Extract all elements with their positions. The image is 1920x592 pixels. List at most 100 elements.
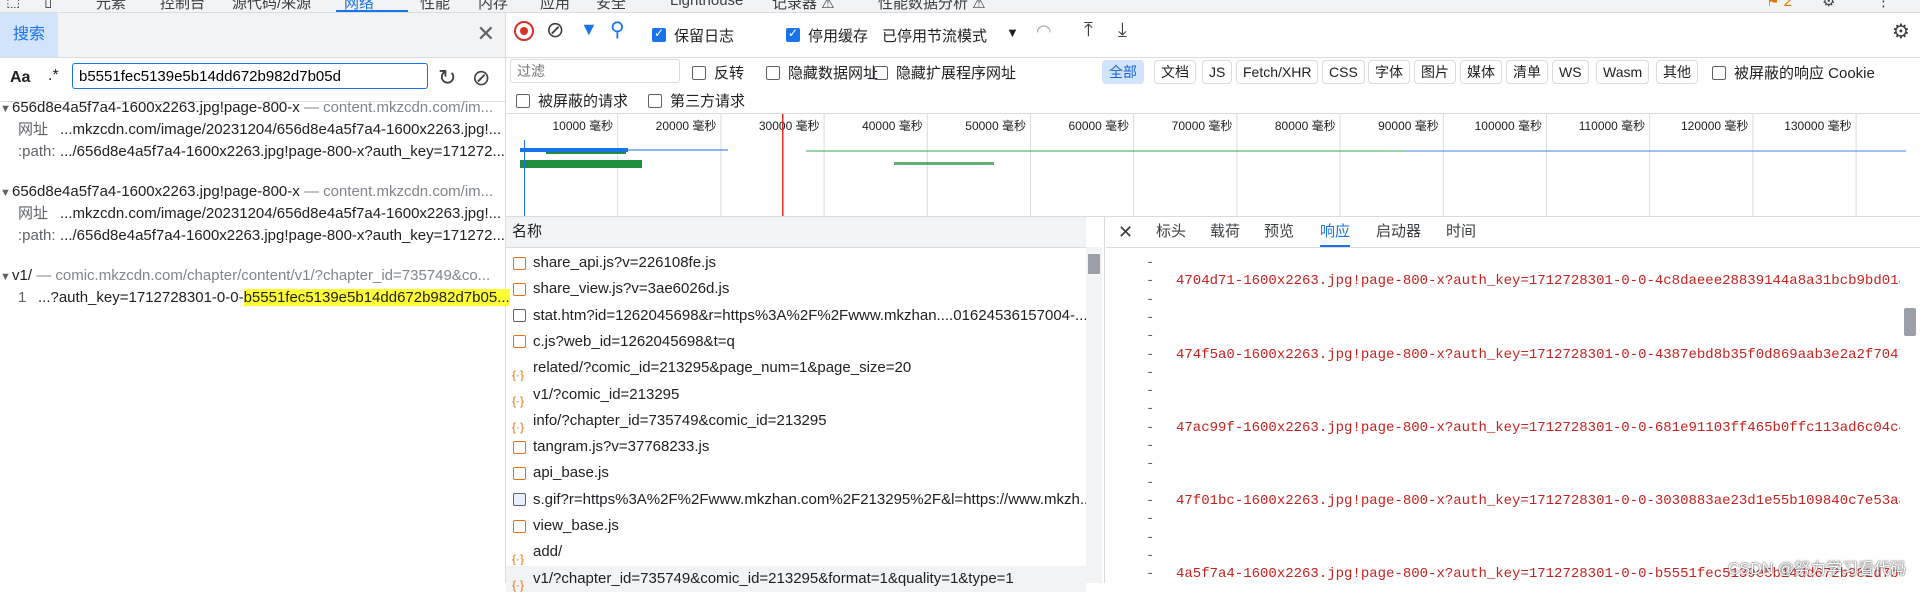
match-case-toggle[interactable]: Aa xyxy=(10,69,30,87)
response-scrollbar[interactable] xyxy=(1900,248,1920,583)
tab-performance[interactable]: 性能 xyxy=(420,0,450,12)
type-filter-fetch-xhr[interactable]: Fetch/XHR xyxy=(1236,60,1319,84)
search-tab[interactable]: 搜索 xyxy=(0,13,58,57)
close-icon[interactable]: ✕ xyxy=(477,21,495,47)
type-filter-doc[interactable]: 文档 xyxy=(1154,60,1196,84)
expand-arrow-icon[interactable]: ▼ xyxy=(0,266,12,287)
search-result-file[interactable]: ▼656d8e4a5f7a4-1600x2263.jpg!page-800-x … xyxy=(0,97,505,119)
type-filter-other[interactable]: 其他 xyxy=(1656,60,1698,84)
request-bar-green xyxy=(894,162,994,165)
request-list-scrollbar[interactable] xyxy=(1086,247,1102,583)
request-row[interactable]: share_api.js?v=226108fe.js xyxy=(506,250,1086,276)
timeline-tick-label: 110000 毫秒 xyxy=(1579,118,1646,133)
warning-badge[interactable]: ⚑ 2 xyxy=(1766,0,1792,10)
refresh-icon[interactable]: ↻ xyxy=(438,65,456,91)
request-row[interactable]: stat.htm?id=1262045698&r=https%3A%2F%2Fw… xyxy=(506,303,1086,329)
response-scroll-thumb[interactable] xyxy=(1904,308,1916,336)
throttling-select[interactable]: 已停用节流模式 xyxy=(882,25,987,46)
type-filter-media[interactable]: 媒体 xyxy=(1460,60,1502,84)
network-settings-icon[interactable]: ⚙ xyxy=(1892,19,1910,44)
request-row[interactable]: {·} v1/?comic_id=213295 xyxy=(506,382,1086,408)
search-result-line[interactable]: 网址 ...mkzcdn.com/image/20231204/656d8e4a5… xyxy=(18,203,523,225)
export-har-icon[interactable]: ⤓ xyxy=(1118,19,1127,42)
import-har-icon[interactable]: ⤒ xyxy=(1084,19,1093,42)
search-result-line[interactable]: :path: .../656d8e4a5f7a4-1600x2263.jpg!pa… xyxy=(18,225,523,247)
request-row[interactable]: tangram.js?v=37768233.js xyxy=(506,434,1086,460)
result-line-number: 1 xyxy=(18,289,27,306)
expand-arrow-icon[interactable]: ▼ xyxy=(0,98,12,119)
tab-recorder[interactable]: 记录器 ⚠ xyxy=(772,0,835,12)
type-filter-manifest[interactable]: 清单 xyxy=(1506,60,1548,84)
type-filter-css[interactable]: CSS xyxy=(1322,60,1365,84)
pane-divider[interactable] xyxy=(1104,217,1105,583)
request-row[interactable]: c.js?web_id=1262045698&t=q xyxy=(506,329,1086,355)
tab-memory[interactable]: 内存 xyxy=(478,0,508,12)
result-line-value: ...?auth_key=1712728301-0-0- xyxy=(38,289,244,306)
request-row[interactable]: api_base.js xyxy=(506,460,1086,486)
request-list-scroll-thumb[interactable] xyxy=(1088,254,1100,274)
tab-headers[interactable]: 标头 xyxy=(1156,217,1186,247)
third-party-checkbox[interactable] xyxy=(648,92,662,109)
tab-preview[interactable]: 预览 xyxy=(1264,217,1294,247)
request-row[interactable]: s.gif?r=https%3A%2F%2Fwww.mkzhan.com%2F2… xyxy=(506,487,1086,513)
inspect-icon[interactable]: ⬚ xyxy=(6,0,20,10)
settings-icon[interactable]: ⚙ xyxy=(1822,0,1835,10)
tab-elements[interactable]: 元素 xyxy=(96,0,126,12)
chevron-down-icon[interactable]: ▼ xyxy=(1006,25,1019,40)
search-result-line[interactable]: :path: .../656d8e4a5f7a4-1600x2263.jpg!pa… xyxy=(18,141,523,163)
regex-toggle[interactable]: .* xyxy=(48,67,59,85)
type-filter-img[interactable]: 图片 xyxy=(1414,60,1456,84)
tab-timing[interactable]: 时间 xyxy=(1446,217,1476,247)
blocked-requests-checkbox[interactable] xyxy=(516,92,530,109)
record-button[interactable] xyxy=(514,21,534,41)
tab-security[interactable]: 安全 xyxy=(596,0,626,12)
search-result-file[interactable]: ▼656d8e4a5f7a4-1600x2263.jpg!page-800-x … xyxy=(0,181,505,203)
network-conditions-icon[interactable]: ◠ xyxy=(1036,21,1052,42)
response-body[interactable]: - -4704d71-1600x2263.jpg!page-800-x?auth_… xyxy=(1106,248,1906,583)
hide-data-urls-checkbox[interactable] xyxy=(766,64,780,81)
result-file-name: v1/ xyxy=(12,267,33,284)
invert-checkbox[interactable] xyxy=(692,64,706,81)
search-result-file[interactable]: ▼v1/ — comic.mkzcdn.com/chapter/content/… xyxy=(0,265,505,287)
type-filter-js[interactable]: JS xyxy=(1202,60,1233,84)
checkbox-icon xyxy=(648,94,662,109)
more-options-icon[interactable]: ⋮ xyxy=(1876,0,1891,10)
type-filter-ws[interactable]: WS xyxy=(1552,60,1589,84)
tab-sources[interactable]: 源代码/来源 xyxy=(232,0,311,12)
filter-input[interactable] xyxy=(510,59,680,83)
expand-arrow-icon[interactable]: ▼ xyxy=(0,182,12,203)
fold-marker: - xyxy=(1146,456,1155,473)
request-row[interactable]: {·} add/ xyxy=(506,539,1086,565)
search-result-line[interactable]: 网址 ...mkzcdn.com/image/20231204/656d8e4a5… xyxy=(18,119,523,141)
request-row[interactable]: share_view.js?v=3ae6026d.js xyxy=(506,276,1086,302)
search-icon[interactable]: ⚲ xyxy=(610,17,625,42)
search-result-line[interactable]: 1 ...?auth_key=1712728301-0-0-b5551fec513… xyxy=(18,287,523,309)
timeline-tick-label: 100000 毫秒 xyxy=(1475,118,1542,133)
type-filter-font[interactable]: 字体 xyxy=(1368,60,1410,84)
hide-extension-urls-checkbox[interactable] xyxy=(874,64,888,81)
name-column-header[interactable]: 名称 xyxy=(506,223,542,240)
type-filter-wasm[interactable]: Wasm xyxy=(1596,60,1650,84)
request-row[interactable]: {·} related/?comic_id=213295&page_num=1&p… xyxy=(506,355,1086,381)
request-row[interactable]: {·} v1/?chapter_id=735749&comic_id=213295… xyxy=(506,565,1086,592)
tab-console[interactable]: 控制台 xyxy=(160,0,205,12)
network-overview[interactable]: 10000 毫秒 20000 毫秒 30000 毫秒 40000 毫秒 50000 毫秒… xyxy=(506,114,1920,217)
request-row[interactable]: {·} info/?chapter_id=735749&comic_id=2132… xyxy=(506,408,1086,434)
device-toolbar-icon[interactable]: ▯ xyxy=(44,0,52,10)
clear-icon[interactable]: ⊘ xyxy=(472,65,490,91)
close-detail-icon[interactable]: ✕ xyxy=(1118,217,1133,247)
request-row[interactable]: view_base.js xyxy=(506,513,1086,539)
clear-log-icon[interactable]: ⊘ xyxy=(546,17,564,43)
preserve-log-checkbox[interactable] xyxy=(652,26,666,43)
search-input[interactable] xyxy=(72,63,428,89)
tab-payload[interactable]: 载荷 xyxy=(1210,217,1240,247)
tab-initiator[interactable]: 启动器 xyxy=(1376,217,1421,247)
blocked-cookies-checkbox[interactable] xyxy=(1712,64,1726,81)
tab-lighthouse[interactable]: Lighthouse xyxy=(670,0,743,9)
tab-performance-insights[interactable]: 性能数据分析 ⚠ xyxy=(878,0,986,12)
type-filter-all[interactable]: 全部 xyxy=(1102,60,1144,84)
tab-application[interactable]: 应用 xyxy=(540,0,570,12)
tab-response[interactable]: 响应 xyxy=(1320,217,1351,247)
filter-icon[interactable]: ▼ xyxy=(580,19,598,40)
disable-cache-checkbox[interactable] xyxy=(786,26,800,43)
